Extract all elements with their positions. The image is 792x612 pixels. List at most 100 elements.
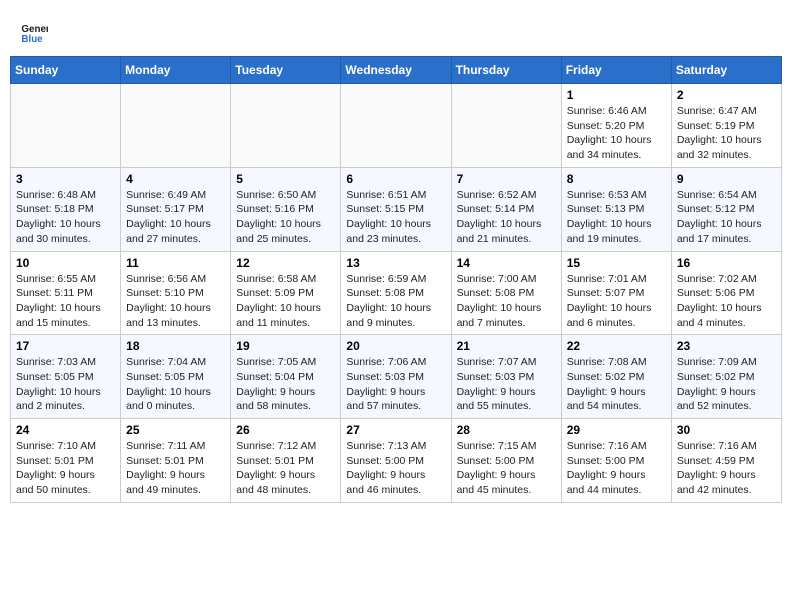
logo-icon: General Blue bbox=[20, 18, 48, 46]
weekday-header: Friday bbox=[561, 57, 671, 84]
day-number: 24 bbox=[16, 423, 115, 437]
page-header: General Blue bbox=[10, 10, 782, 50]
day-info: Sunrise: 7:08 AMSunset: 5:02 PMDaylight:… bbox=[567, 355, 666, 414]
day-info: Sunrise: 7:01 AMSunset: 5:07 PMDaylight:… bbox=[567, 272, 666, 331]
day-number: 17 bbox=[16, 339, 115, 353]
calendar-cell: 15 Sunrise: 7:01 AMSunset: 5:07 PMDayligh… bbox=[561, 251, 671, 335]
svg-text:Blue: Blue bbox=[21, 34, 43, 45]
day-info: Sunrise: 7:07 AMSunset: 5:03 PMDaylight:… bbox=[457, 355, 556, 414]
calendar-cell: 16 Sunrise: 7:02 AMSunset: 5:06 PMDayligh… bbox=[671, 251, 781, 335]
weekday-header: Tuesday bbox=[231, 57, 341, 84]
day-number: 19 bbox=[236, 339, 335, 353]
calendar-cell: 1 Sunrise: 6:46 AMSunset: 5:20 PMDaylight… bbox=[561, 84, 671, 168]
weekday-header: Saturday bbox=[671, 57, 781, 84]
calendar-cell: 28 Sunrise: 7:15 AMSunset: 5:00 PMDayligh… bbox=[451, 419, 561, 503]
day-info: Sunrise: 7:05 AMSunset: 5:04 PMDaylight:… bbox=[236, 355, 335, 414]
day-info: Sunrise: 6:53 AMSunset: 5:13 PMDaylight:… bbox=[567, 188, 666, 247]
day-number: 5 bbox=[236, 172, 335, 186]
calendar-cell: 21 Sunrise: 7:07 AMSunset: 5:03 PMDayligh… bbox=[451, 335, 561, 419]
calendar-week-row: 24 Sunrise: 7:10 AMSunset: 5:01 PMDayligh… bbox=[11, 419, 782, 503]
day-number: 4 bbox=[126, 172, 225, 186]
day-number: 6 bbox=[346, 172, 445, 186]
day-number: 15 bbox=[567, 256, 666, 270]
day-number: 1 bbox=[567, 88, 666, 102]
day-number: 23 bbox=[677, 339, 776, 353]
day-number: 16 bbox=[677, 256, 776, 270]
weekday-header: Sunday bbox=[11, 57, 121, 84]
day-number: 21 bbox=[457, 339, 556, 353]
calendar-table: SundayMondayTuesdayWednesdayThursdayFrid… bbox=[10, 56, 782, 503]
calendar-cell: 14 Sunrise: 7:00 AMSunset: 5:08 PMDayligh… bbox=[451, 251, 561, 335]
calendar-cell bbox=[121, 84, 231, 168]
day-number: 9 bbox=[677, 172, 776, 186]
calendar-cell: 2 Sunrise: 6:47 AMSunset: 5:19 PMDaylight… bbox=[671, 84, 781, 168]
calendar-cell bbox=[451, 84, 561, 168]
day-number: 26 bbox=[236, 423, 335, 437]
calendar-cell: 19 Sunrise: 7:05 AMSunset: 5:04 PMDayligh… bbox=[231, 335, 341, 419]
day-info: Sunrise: 6:46 AMSunset: 5:20 PMDaylight:… bbox=[567, 104, 666, 163]
day-info: Sunrise: 7:02 AMSunset: 5:06 PMDaylight:… bbox=[677, 272, 776, 331]
day-info: Sunrise: 7:11 AMSunset: 5:01 PMDaylight:… bbox=[126, 439, 225, 498]
day-info: Sunrise: 7:03 AMSunset: 5:05 PMDaylight:… bbox=[16, 355, 115, 414]
day-number: 29 bbox=[567, 423, 666, 437]
calendar-cell: 12 Sunrise: 6:58 AMSunset: 5:09 PMDayligh… bbox=[231, 251, 341, 335]
calendar-cell: 4 Sunrise: 6:49 AMSunset: 5:17 PMDaylight… bbox=[121, 167, 231, 251]
weekday-header: Wednesday bbox=[341, 57, 451, 84]
calendar-week-row: 3 Sunrise: 6:48 AMSunset: 5:18 PMDaylight… bbox=[11, 167, 782, 251]
day-info: Sunrise: 6:54 AMSunset: 5:12 PMDaylight:… bbox=[677, 188, 776, 247]
calendar-cell: 18Sunrise: 7:04 AMSunset: 5:05 PMDayligh… bbox=[121, 335, 231, 419]
calendar-cell: 22 Sunrise: 7:08 AMSunset: 5:02 PMDayligh… bbox=[561, 335, 671, 419]
calendar-cell: 29 Sunrise: 7:16 AMSunset: 5:00 PMDayligh… bbox=[561, 419, 671, 503]
day-info: Sunrise: 7:00 AMSunset: 5:08 PMDaylight:… bbox=[457, 272, 556, 331]
calendar-cell: 6 Sunrise: 6:51 AMSunset: 5:15 PMDaylight… bbox=[341, 167, 451, 251]
calendar-cell: 11 Sunrise: 6:56 AMSunset: 5:10 PMDayligh… bbox=[121, 251, 231, 335]
day-info: Sunrise: 6:50 AMSunset: 5:16 PMDaylight:… bbox=[236, 188, 335, 247]
day-number: 25 bbox=[126, 423, 225, 437]
calendar-cell: 9 Sunrise: 6:54 AMSunset: 5:12 PMDaylight… bbox=[671, 167, 781, 251]
day-info: Sunrise: 7:10 AMSunset: 5:01 PMDaylight:… bbox=[16, 439, 115, 498]
day-number: 7 bbox=[457, 172, 556, 186]
day-info: Sunrise: 7:06 AMSunset: 5:03 PMDaylight:… bbox=[346, 355, 445, 414]
day-info: Sunrise: 6:59 AMSunset: 5:08 PMDaylight:… bbox=[346, 272, 445, 331]
calendar-cell: 17 Sunrise: 7:03 AMSunset: 5:05 PMDayligh… bbox=[11, 335, 121, 419]
day-info: Sunrise: 7:13 AMSunset: 5:00 PMDaylight:… bbox=[346, 439, 445, 498]
calendar-cell: 5 Sunrise: 6:50 AMSunset: 5:16 PMDaylight… bbox=[231, 167, 341, 251]
logo: General Blue bbox=[20, 18, 52, 46]
day-info: Sunrise: 6:58 AMSunset: 5:09 PMDaylight:… bbox=[236, 272, 335, 331]
calendar-cell: 20Sunrise: 7:06 AMSunset: 5:03 PMDayligh… bbox=[341, 335, 451, 419]
calendar-week-row: 10Sunrise: 6:55 AMSunset: 5:11 PMDayligh… bbox=[11, 251, 782, 335]
day-info: Sunrise: 7:15 AMSunset: 5:00 PMDaylight:… bbox=[457, 439, 556, 498]
calendar-week-row: 17 Sunrise: 7:03 AMSunset: 5:05 PMDayligh… bbox=[11, 335, 782, 419]
calendar-cell: 25 Sunrise: 7:11 AMSunset: 5:01 PMDayligh… bbox=[121, 419, 231, 503]
calendar-cell: 10Sunrise: 6:55 AMSunset: 5:11 PMDayligh… bbox=[11, 251, 121, 335]
day-number: 14 bbox=[457, 256, 556, 270]
day-number: 2 bbox=[677, 88, 776, 102]
day-number: 28 bbox=[457, 423, 556, 437]
day-info: Sunrise: 7:12 AMSunset: 5:01 PMDaylight:… bbox=[236, 439, 335, 498]
weekday-header: Thursday bbox=[451, 57, 561, 84]
day-number: 3 bbox=[16, 172, 115, 186]
calendar-cell: 24 Sunrise: 7:10 AMSunset: 5:01 PMDayligh… bbox=[11, 419, 121, 503]
day-info: Sunrise: 7:16 AMSunset: 5:00 PMDaylight:… bbox=[567, 439, 666, 498]
day-number: 13 bbox=[346, 256, 445, 270]
day-info: Sunrise: 6:49 AMSunset: 5:17 PMDaylight:… bbox=[126, 188, 225, 247]
calendar-cell bbox=[341, 84, 451, 168]
weekday-header: Monday bbox=[121, 57, 231, 84]
day-info: Sunrise: 6:48 AMSunset: 5:18 PMDaylight:… bbox=[16, 188, 115, 247]
calendar-cell: 26 Sunrise: 7:12 AMSunset: 5:01 PMDayligh… bbox=[231, 419, 341, 503]
day-number: 12 bbox=[236, 256, 335, 270]
day-info: Sunrise: 6:51 AMSunset: 5:15 PMDaylight:… bbox=[346, 188, 445, 247]
calendar-week-row: 1 Sunrise: 6:46 AMSunset: 5:20 PMDaylight… bbox=[11, 84, 782, 168]
day-number: 27 bbox=[346, 423, 445, 437]
day-info: Sunrise: 6:47 AMSunset: 5:19 PMDaylight:… bbox=[677, 104, 776, 163]
calendar-cell: 3 Sunrise: 6:48 AMSunset: 5:18 PMDaylight… bbox=[11, 167, 121, 251]
day-number: 22 bbox=[567, 339, 666, 353]
day-info: Sunrise: 7:04 AMSunset: 5:05 PMDaylight:… bbox=[126, 355, 225, 414]
day-info: Sunrise: 6:55 AMSunset: 5:11 PMDaylight:… bbox=[16, 272, 115, 331]
day-info: Sunrise: 6:56 AMSunset: 5:10 PMDaylight:… bbox=[126, 272, 225, 331]
calendar-cell: 8 Sunrise: 6:53 AMSunset: 5:13 PMDaylight… bbox=[561, 167, 671, 251]
day-number: 11 bbox=[126, 256, 225, 270]
day-number: 8 bbox=[567, 172, 666, 186]
calendar-cell: 13 Sunrise: 6:59 AMSunset: 5:08 PMDayligh… bbox=[341, 251, 451, 335]
calendar-cell: 7Sunrise: 6:52 AMSunset: 5:14 PMDaylight… bbox=[451, 167, 561, 251]
